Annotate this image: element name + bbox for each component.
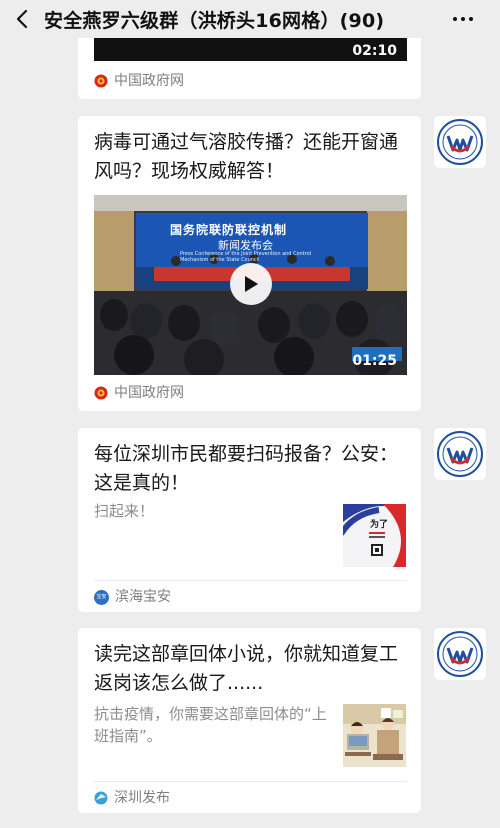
national-emblem-icon <box>94 386 108 400</box>
national-emblem-icon <box>94 74 108 88</box>
video-duration: 02:10 <box>352 43 397 59</box>
scan-code-poster <box>343 504 406 567</box>
chat-header: 安全燕罗六级群（洪桥头16网格）(90) <box>0 0 500 38</box>
article-thumbnail: 为了 <box>343 504 406 567</box>
more-dots-icon[interactable] <box>448 7 478 31</box>
chat-title: 安全燕罗六级群（洪桥头16网格）(90) <box>44 9 385 32</box>
article-source: 深圳发布 <box>94 788 170 808</box>
baoan-logo-icon: 宝安 <box>94 589 109 605</box>
video-banner-en: Press Conference of the Joint Prevention… <box>180 251 312 263</box>
thumb-text: 为了 <box>370 520 389 530</box>
back-button[interactable] <box>0 0 44 38</box>
play-icon <box>245 276 258 292</box>
article-title: 病毒可通过气溶胶传播？还能开窗通风吗？现场权威解答！ <box>94 131 399 182</box>
article-title: 读完这部章回体小说，你就知道复工返岗该怎么做了...... <box>94 643 399 694</box>
video-thumbnail[interactable]: 国务院联防联控机制 新闻发布会 Press Conference of the … <box>94 195 407 375</box>
article-description: 扫起来！ <box>94 502 155 520</box>
article-source: 中国政府网 <box>94 383 184 403</box>
article-source: 中国政府网 <box>94 71 184 91</box>
article-title: 每位深圳市民都要扫码报备？公安：这是真的！ <box>94 443 399 494</box>
video-duration: 01:25 <box>352 353 397 369</box>
avatar-logo <box>437 431 483 477</box>
avatar-logo <box>437 631 483 677</box>
chevron-left-icon <box>16 9 28 29</box>
divider <box>94 781 407 782</box>
office-comic-illustration <box>343 704 406 767</box>
article-card[interactable]: 每位深圳市民都要扫码报备？公安：这是真的！ 扫起来！ 为了 宝安 滨海宝安 <box>78 428 421 612</box>
article-description: 抗击疫情，你需要这部章回体的“上班指南”。 <box>94 705 327 745</box>
article-thumbnail <box>343 704 406 767</box>
group-member-avatar[interactable] <box>434 116 486 168</box>
article-card[interactable]: 读完这部章回体小说，你就知道复工返岗该怎么做了...... 抗击疫情，你需要这部… <box>78 628 421 813</box>
video-banner-line1: 国务院联防联控机制 <box>170 223 288 237</box>
play-button[interactable] <box>230 263 272 305</box>
group-member-avatar[interactable] <box>434 628 486 680</box>
group-member-avatar[interactable] <box>434 428 486 480</box>
avatar-logo <box>437 119 483 165</box>
divider <box>94 580 407 581</box>
article-source: 宝安 滨海宝安 <box>94 587 171 607</box>
shenzhen-release-icon <box>94 791 108 805</box>
article-card[interactable]: 病毒可通过气溶胶传播？还能开窗通风吗？现场权威解答！ 国务院联防联控机制 新闻发… <box>78 116 421 411</box>
